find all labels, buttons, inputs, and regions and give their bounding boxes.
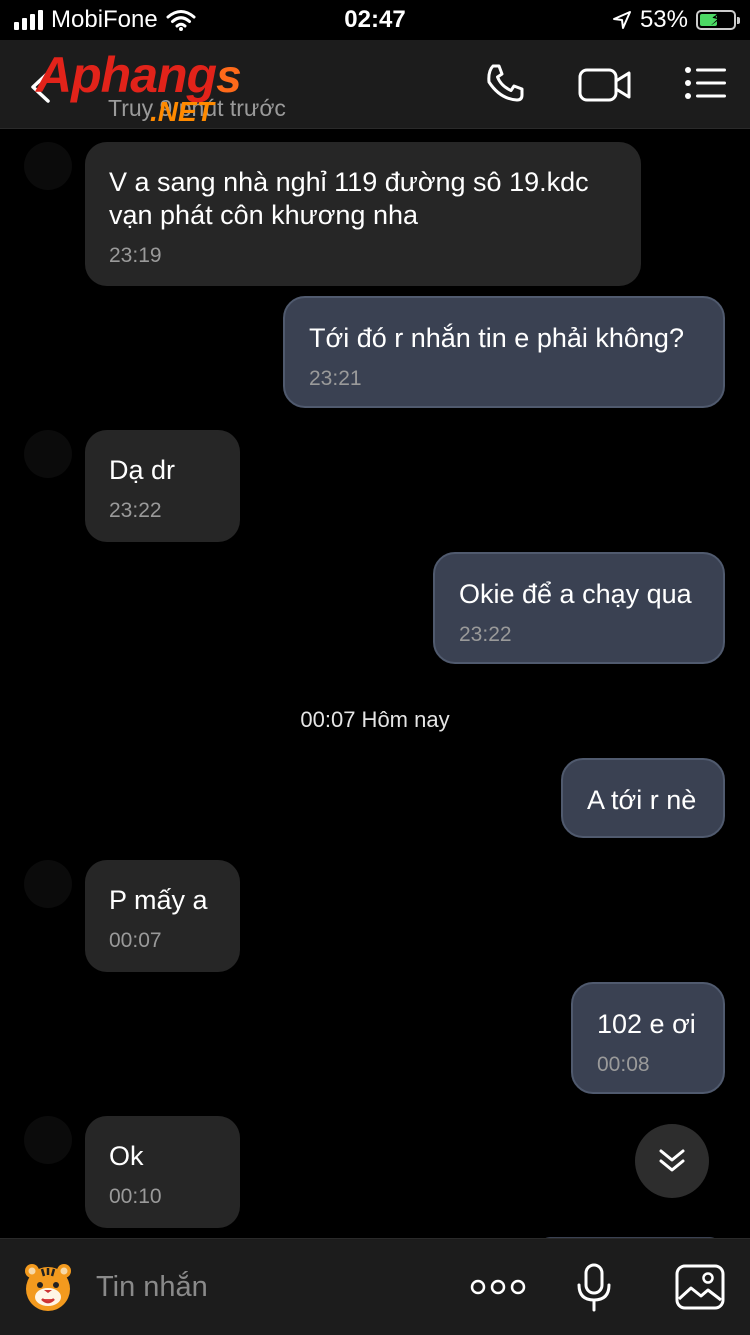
sticker-icon[interactable] [22, 1261, 74, 1313]
message-text: P mấy a [109, 885, 208, 915]
logo-tail: s [216, 50, 242, 102]
message-bubble-outgoing[interactable]: A tới r nè [561, 758, 725, 838]
status-right: 53% ⚡ [612, 6, 740, 34]
phone-icon[interactable] [484, 62, 526, 104]
message-bubble-incoming[interactable]: Dạ dr 23:22 [85, 430, 240, 542]
message-text: Dạ dr [109, 455, 176, 485]
message-input[interactable]: Tin nhắn [96, 1271, 208, 1304]
avatar[interactable] [24, 1116, 72, 1164]
message-bubble-incoming[interactable]: Ok 00:10 [85, 1116, 240, 1228]
message-time: 00:10 [109, 1185, 162, 1208]
more-options-icon[interactable] [470, 1275, 526, 1299]
battery-percent: 53% [639, 6, 688, 33]
message-time: 23:22 [109, 499, 162, 522]
menu-icon[interactable] [684, 66, 728, 100]
watermark-net: .NET [150, 96, 214, 127]
message-text: 102 e ơi [597, 1009, 696, 1039]
message-bubble-incoming[interactable]: V a sang nhà nghỉ 119 đường sô 19.kdc vạ… [85, 142, 641, 286]
image-icon[interactable] [674, 1263, 726, 1311]
scroll-to-bottom-button[interactable] [635, 1124, 709, 1198]
message-time: 23:21 [309, 367, 362, 390]
battery-icon: ⚡ [696, 9, 740, 30]
avatar[interactable] [24, 860, 72, 908]
message-list[interactable]: V a sang nhà nghỉ 119 đường sô 19.kdc vạ… [0, 128, 750, 1238]
message-bubble-outgoing[interactable]: Tới đó r nhắn tin e phải không? 23:21 [283, 296, 725, 408]
video-call-icon[interactable] [578, 66, 632, 104]
double-chevron-down-icon [659, 1149, 685, 1172]
logo-letter: Aphang [36, 47, 217, 103]
message-text: Ok [109, 1141, 144, 1171]
status-bar: MobiFone 02:47 53% ⚡ [0, 0, 750, 40]
message-text: A tới r nè [587, 785, 697, 815]
avatar[interactable] [24, 142, 72, 190]
message-bubble-outgoing[interactable]: 102 e ơi 00:08 [571, 982, 725, 1094]
message-time: 00:08 [597, 1053, 650, 1076]
message-time: 00:07 [109, 929, 162, 952]
message-bubble-incoming[interactable]: P mấy a 00:07 [85, 860, 240, 972]
microphone-icon[interactable] [576, 1263, 612, 1313]
date-divider: 00:07 Hôm nay [300, 707, 450, 732]
charging-icon: ⚡ [710, 9, 723, 29]
message-text: Okie để a chạy qua [459, 579, 692, 609]
avatar[interactable] [24, 430, 72, 478]
message-time: 23:19 [109, 244, 162, 267]
message-input-bar: Tin nhắn [0, 1238, 750, 1335]
message-text: V a sang nhà nghỉ 119 đường sô 19.kdc vạ… [109, 167, 589, 230]
chat-header: Truy 9 phút trước Aphangs .NET [0, 40, 750, 129]
message-text: Tới đó r nhắn tin e phải không? [309, 323, 684, 353]
location-arrow-icon [612, 11, 631, 29]
message-time: 23:22 [459, 623, 512, 646]
message-bubble-outgoing[interactable]: Okie để a chạy qua 23:22 [433, 552, 725, 664]
